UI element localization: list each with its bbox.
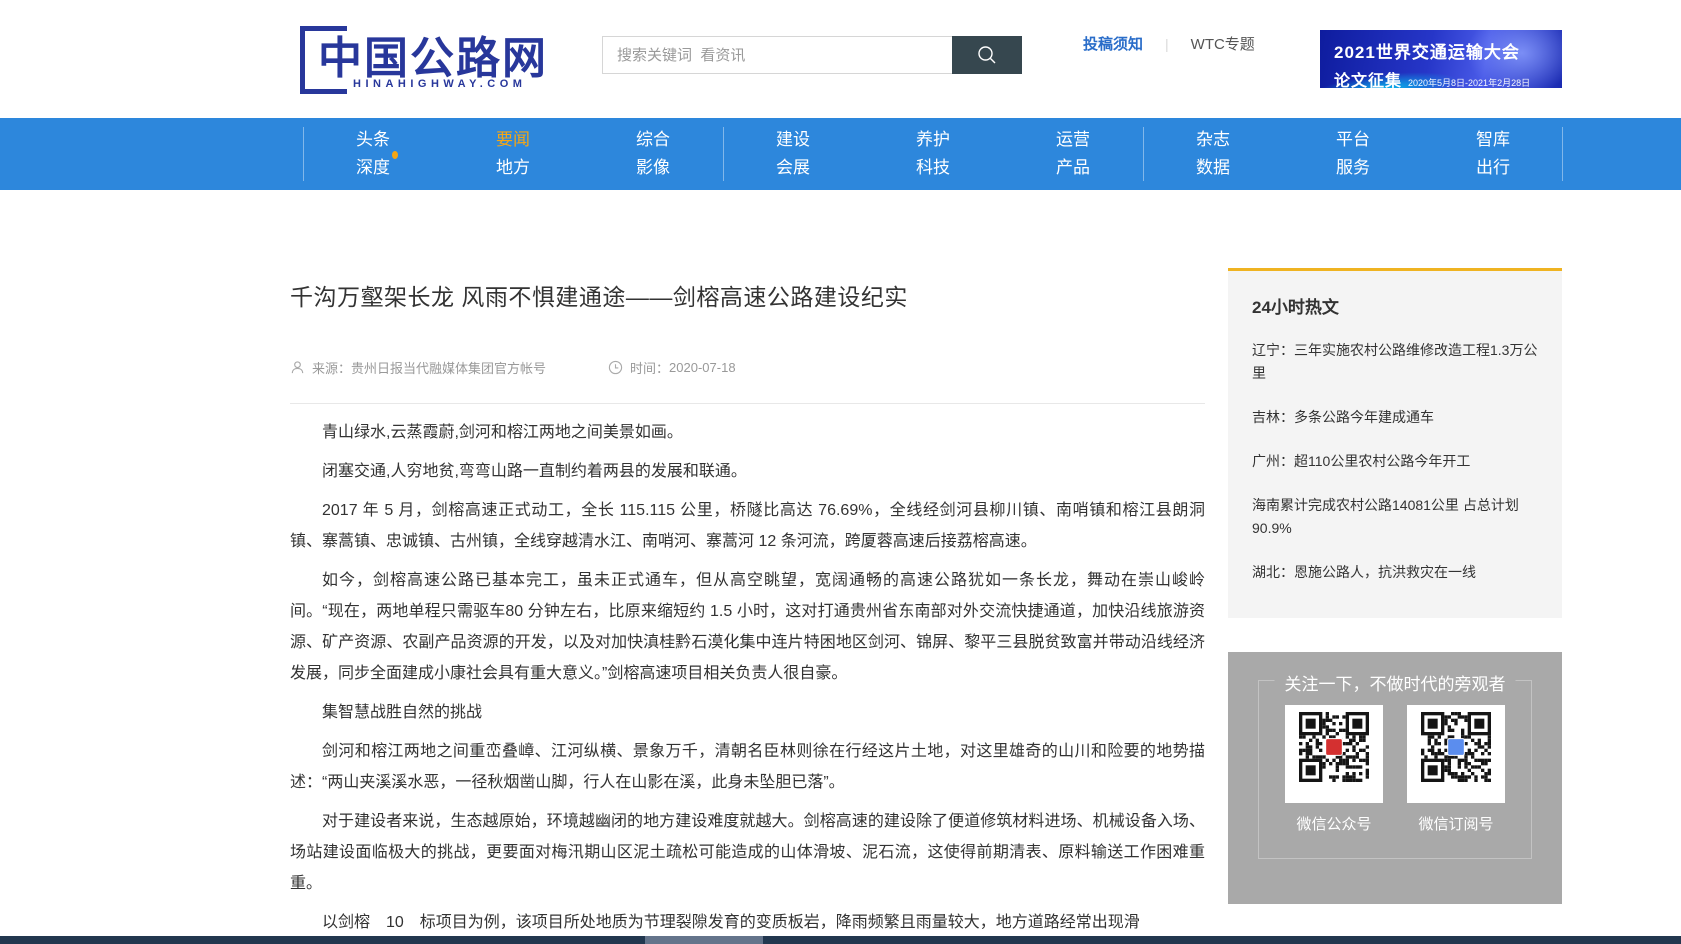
nav-item-地方[interactable]: 地方 — [443, 154, 583, 182]
site-header: 中国公路网 HINAHIGHWAY.COM 投稿须知 | WTC专题 2021世… — [0, 0, 1681, 118]
article-paragraph: 2017 年 5 月，剑榕高速正式动工，全长 115.115 公里，桥隧比高达 … — [290, 495, 1205, 557]
nav-item-服务[interactable]: 服务 — [1283, 154, 1423, 182]
link-submission-notice[interactable]: 投稿须知 — [1083, 33, 1143, 54]
article-paragraph: 如今，剑榕高速公路已基本完工，虽未正式通车，但从高空眺望，宽阔通畅的高速公路犹如… — [290, 565, 1205, 689]
article-meta: 来源： 贵州日报当代融媒体集团官方帐号 时间： 2020-07-18 — [290, 358, 1205, 377]
article-source-value: 贵州日报当代融媒体集团官方帐号 — [351, 358, 546, 377]
meta-divider — [290, 403, 1205, 404]
article-time-label: 时间： — [630, 358, 669, 377]
search-icon — [976, 44, 998, 66]
hot-list-item[interactable]: 吉林：多条公路今年建成通车 — [1252, 406, 1538, 429]
nav-item-要闻[interactable]: 要闻 — [443, 126, 583, 154]
nav-item-综合[interactable]: 综合 — [583, 126, 723, 154]
follow-title: 关注一下，不做时代的旁观者 — [1275, 670, 1516, 695]
article-body: 青山绿水,云蒸霞蔚,剑河和榕江两地之间美景如画。闭塞交通,人穷地贫,弯弯山路一直… — [290, 417, 1205, 938]
nav-group: 杂志数据平台服务智库出行 — [1143, 118, 1563, 190]
article-time: 时间： 2020-07-18 — [608, 358, 736, 377]
qr-item: 微信公众号 — [1285, 705, 1383, 834]
wtc-banner-ad[interactable]: 2021世界交通运输大会 论文征集 2020年5月8日-2021年2月28日 — [1320, 30, 1562, 88]
qr-code-image — [1299, 712, 1369, 782]
article: 千沟万壑架长龙 风雨不惧建通途——剑榕高速公路建设纪实 来源： 贵州日报当代融媒… — [290, 250, 1205, 944]
nav-item-影像[interactable]: 影像 — [583, 154, 723, 182]
nav-item-运营[interactable]: 运营 — [1003, 126, 1143, 154]
nav-item-智库[interactable]: 智库 — [1423, 126, 1563, 154]
search-bar — [602, 36, 1022, 74]
user-icon — [290, 360, 305, 375]
article-title: 千沟万壑架长龙 风雨不惧建通途——剑榕高速公路建设纪实 — [290, 278, 1205, 312]
hot-list-item[interactable]: 辽宁：三年实施农村公路维修改造工程1.3万公里 — [1252, 339, 1538, 385]
hot-list-item[interactable]: 广州：超110公里农村公路今年开工 — [1252, 450, 1538, 473]
nav-column: 杂志数据 — [1143, 118, 1283, 190]
hot-articles-title: 24小时热文 — [1252, 293, 1538, 318]
logo-subtitle: HINAHIGHWAY.COM — [353, 78, 526, 90]
nav-item-平台[interactable]: 平台 — [1283, 126, 1423, 154]
qr-tile — [1407, 705, 1505, 803]
banner-line2: 论文征集 — [1334, 67, 1402, 88]
nav-item-建设[interactable]: 建设 — [723, 126, 863, 154]
qr-caption: 微信订阅号 — [1407, 813, 1505, 834]
nav-column: 平台服务 — [1283, 118, 1423, 190]
qr-item: 微信订阅号 — [1407, 705, 1505, 834]
qr-row: 微信公众号 微信订阅号 — [1259, 705, 1531, 834]
article-paragraph: 剑河和榕江两地之间重峦叠嶂、江河纵横、景象万千，清朝名臣林则徐在行经这片土地，对… — [290, 736, 1205, 798]
main-nav: 头条深度要闻地方综合影像建设会展养护科技运营产品杂志数据平台服务智库出行 — [0, 118, 1681, 190]
site-logo[interactable]: 中国公路网 HINAHIGHWAY.COM — [300, 22, 550, 98]
article-source-label: 来源： — [312, 358, 351, 377]
sidebar: 24小时热文 辽宁：三年实施农村公路维修改造工程1.3万公里吉林：多条公路今年建… — [1228, 268, 1562, 904]
nav-column: 养护科技 — [863, 118, 1003, 190]
article-paragraph: 闭塞交通,人穷地贫,弯弯山路一直制约着两县的发展和联通。 — [290, 456, 1205, 487]
nav-item-科技[interactable]: 科技 — [863, 154, 1003, 182]
link-wtc-special[interactable]: WTC专题 — [1191, 33, 1255, 54]
search-input[interactable] — [602, 36, 952, 74]
nav-column: 头条深度 — [303, 118, 443, 190]
nav-item-会展[interactable]: 会展 — [723, 154, 863, 182]
horizontal-scrollbar-thumb[interactable] — [645, 936, 763, 944]
hot-articles-list: 辽宁：三年实施农村公路维修改造工程1.3万公里吉林：多条公路今年建成通车广州：超… — [1252, 339, 1538, 584]
search-button[interactable] — [952, 36, 1022, 74]
banner-dates: 2020年5月8日-2021年2月28日 — [1408, 76, 1530, 88]
article-paragraph: 对于建设者来说，生态越原始，环境越幽闭的地方建设难度就越大。剑榕高速的建设除了便… — [290, 806, 1205, 899]
hot-list-item[interactable]: 海南累计完成农村公路14081公里 占总计划90.9% — [1252, 494, 1538, 540]
logo-title: 中国公路网 — [318, 22, 548, 86]
article-paragraph: 以剑榕 10 标项目为例，该项目所处地质为节理裂隙发育的变质板岩，降雨频繁且雨量… — [290, 907, 1205, 938]
footer-bar — [0, 936, 1681, 944]
article-paragraph: 集智慧战胜自然的挑战 — [290, 697, 1205, 728]
qr-tile — [1285, 705, 1383, 803]
nav-item-出行[interactable]: 出行 — [1423, 154, 1563, 182]
hot-articles-box: 24小时热文 辽宁：三年实施农村公路维修改造工程1.3万公里吉林：多条公路今年建… — [1228, 268, 1562, 618]
article-paragraph: 青山绿水,云蒸霞蔚,剑河和榕江两地之间美景如画。 — [290, 417, 1205, 448]
qr-code-image — [1421, 712, 1491, 782]
nav-item-头条[interactable]: 头条 — [303, 126, 443, 154]
nav-column: 综合影像 — [583, 118, 723, 190]
nav-column: 智库出行 — [1423, 118, 1563, 190]
qr-caption: 微信公众号 — [1285, 813, 1383, 834]
article-time-value: 2020-07-18 — [669, 360, 736, 375]
follow-box: 关注一下，不做时代的旁观者 微信公众号 微信订阅号 — [1228, 652, 1562, 904]
nav-group: 建设会展养护科技运营产品 — [723, 118, 1143, 190]
nav-column: 运营产品 — [1003, 118, 1143, 190]
nav-item-养护[interactable]: 养护 — [863, 126, 1003, 154]
banner-line1: 2021世界交通运输大会 — [1334, 38, 1562, 63]
main-nav-groups: 头条深度要闻地方综合影像建设会展养护科技运营产品杂志数据平台服务智库出行 — [303, 118, 1563, 190]
clock-icon — [608, 360, 623, 375]
nav-item-产品[interactable]: 产品 — [1003, 154, 1143, 182]
nav-column: 要闻地方 — [443, 118, 583, 190]
nav-group: 头条深度要闻地方综合影像 — [303, 118, 723, 190]
article-source: 来源： 贵州日报当代融媒体集团官方帐号 — [290, 358, 546, 377]
nav-item-深度[interactable]: 深度 — [303, 154, 443, 182]
header-links: 投稿须知 | WTC专题 — [1083, 33, 1255, 54]
follow-frame: 关注一下，不做时代的旁观者 微信公众号微信订阅号 — [1258, 680, 1532, 859]
nav-item-数据[interactable]: 数据 — [1143, 154, 1283, 182]
new-badge-dot — [392, 151, 398, 159]
links-separator: | — [1165, 36, 1169, 52]
nav-item-杂志[interactable]: 杂志 — [1143, 126, 1283, 154]
nav-column: 建设会展 — [723, 118, 863, 190]
page: 中国公路网 HINAHIGHWAY.COM 投稿须知 | WTC专题 2021世… — [0, 0, 1681, 944]
hot-list-item[interactable]: 湖北：恩施公路人，抗洪救灾在一线 — [1252, 561, 1538, 584]
